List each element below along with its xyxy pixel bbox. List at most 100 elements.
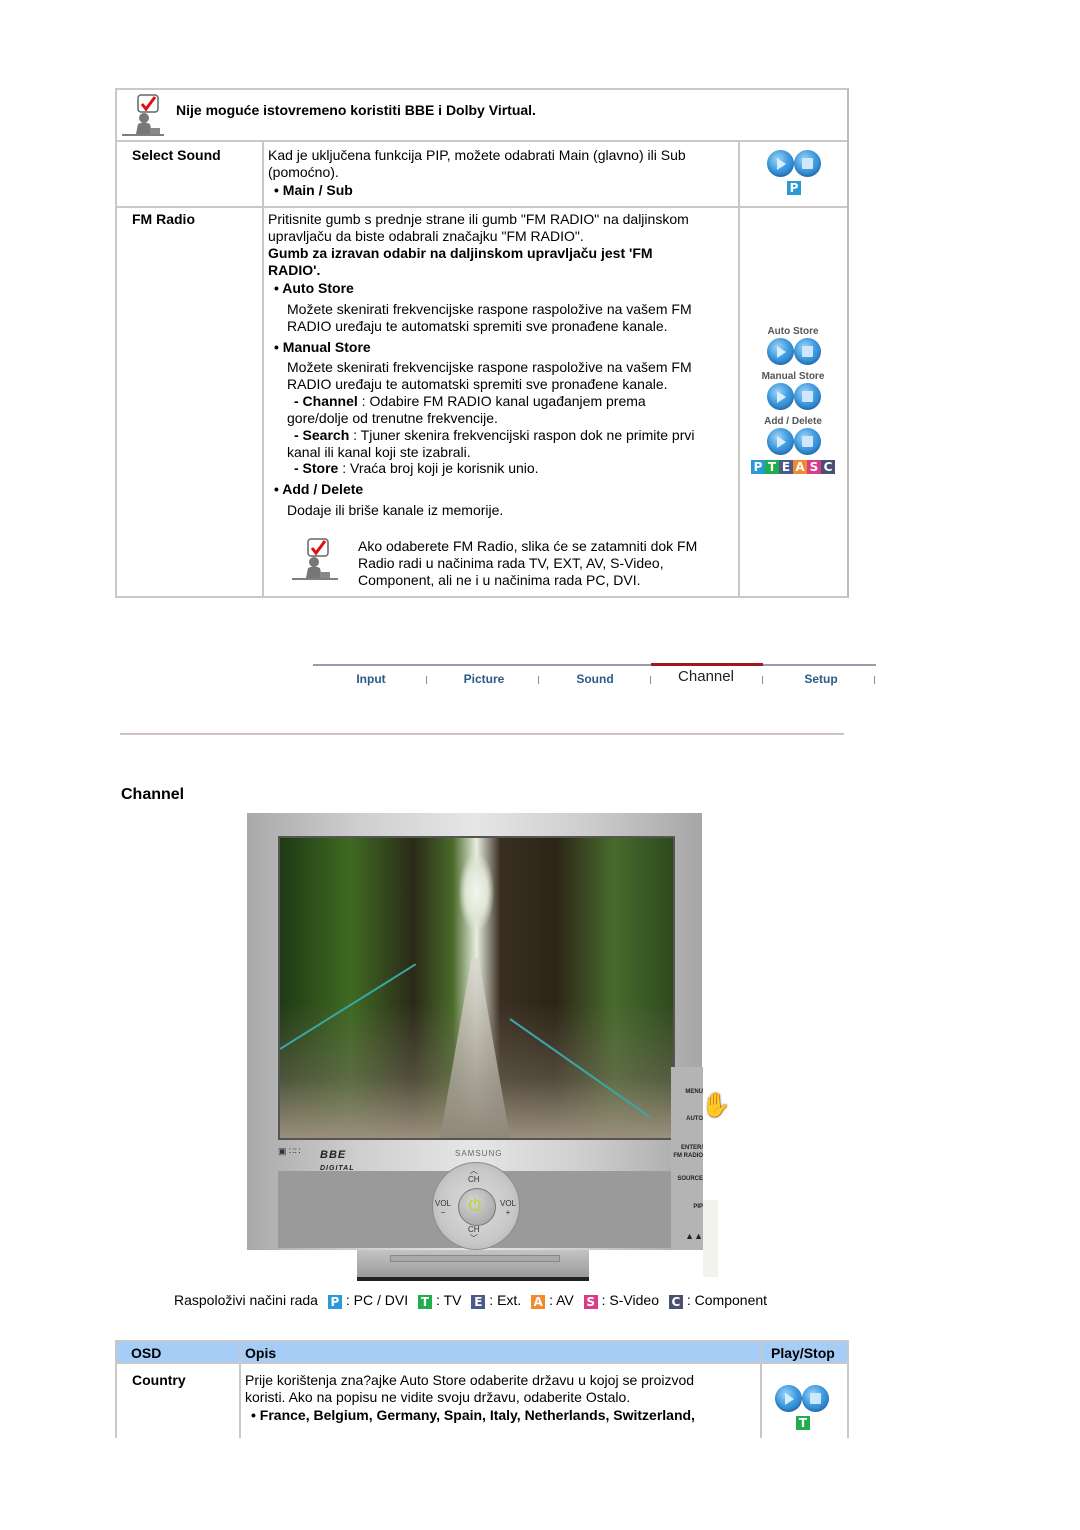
mode-badge-t: T — [796, 1416, 810, 1430]
header-opis: Opis — [245, 1345, 277, 1361]
sub-option-text: : Vraća broj koji je korisnik unio. — [338, 460, 539, 476]
option-manual-store: • Manual Store — [274, 339, 371, 355]
sub-option-cont: kanal ili kanal koji ste izabrali. — [287, 444, 471, 460]
mode-label-pc-dvi: : PC / DVI — [345, 1292, 409, 1308]
play-stop-buttons[interactable] — [767, 150, 823, 178]
label-manual-store: Manual Store — [761, 371, 825, 382]
option-add-delete: • Add / Delete — [274, 481, 364, 497]
mode-label-av: : AV — [549, 1292, 574, 1308]
ch-down-label[interactable]: CH ﹀ — [468, 1225, 480, 1243]
mode-badge-p: P — [787, 181, 801, 195]
sub-option-search: - Search : Tjuner skenira frekvencijski … — [294, 427, 694, 444]
stop-icon[interactable] — [794, 428, 821, 455]
note-line: Component, ali ne i u načinima rada PC, … — [358, 572, 641, 588]
feature-table — [115, 88, 849, 598]
row-label-select-sound: Select Sound — [132, 147, 221, 163]
country-play-stop[interactable] — [775, 1385, 831, 1413]
mode-label-component: : Component — [686, 1292, 768, 1308]
play-icon[interactable] — [767, 150, 794, 177]
mode-badge-s: S — [807, 460, 821, 474]
row-desc-line: Prije korištenja zna?ajke Auto Store oda… — [245, 1372, 695, 1388]
mode-badge-p: P — [751, 460, 765, 474]
control-dial[interactable]: ︿ CH CH ﹀ VOL − VOL + ⏻ — [432, 1162, 520, 1250]
stop-icon[interactable] — [794, 338, 821, 365]
side-button-source[interactable]: SOURCE — [665, 1176, 703, 1182]
stop-icon[interactable] — [794, 150, 821, 177]
nav-rule — [313, 664, 876, 666]
play-icon[interactable] — [767, 383, 794, 410]
power-button[interactable]: ⏻ — [458, 1188, 496, 1226]
column-divider — [847, 1340, 849, 1438]
header-osd: OSD — [131, 1345, 162, 1361]
bbe-text: BBE — [320, 1149, 347, 1161]
sub-option-channel: - Channel : Odabire FM RADIO kanal ugađa… — [294, 393, 646, 410]
nav-separator — [650, 676, 651, 684]
play-icon[interactable] — [767, 338, 794, 365]
side-button-auto[interactable]: AUTO — [665, 1116, 703, 1122]
column-divider — [760, 1340, 762, 1438]
monitor-stand — [357, 1250, 589, 1281]
sub-option-text: : Tjuner skenira frekvencijski raspon do… — [349, 427, 695, 443]
mode-badge-c: C — [668, 1295, 683, 1309]
nav-tab-picture[interactable]: Picture — [434, 672, 534, 686]
mode-badge-p: P — [327, 1295, 342, 1309]
dolby-logo: ▣ ∷∷ — [278, 1146, 301, 1156]
power-icon: ⏻ — [469, 1197, 481, 1214]
mode-label-ext: : Ext. — [489, 1292, 522, 1308]
rope — [509, 1018, 650, 1118]
column-divider — [239, 1340, 241, 1438]
channel-table: OSD Opis Play/Stop Country Prije korište… — [115, 1340, 849, 1530]
nav-separator — [538, 676, 539, 684]
sub-option-key: - Search — [294, 427, 350, 443]
section-title: Channel — [121, 786, 185, 803]
play-icon[interactable] — [767, 428, 794, 455]
mode-badge-s: S — [583, 1295, 598, 1309]
side-button-fm-radio[interactable]: FM RADIO — [665, 1153, 703, 1159]
monitor-screen-image — [278, 836, 675, 1140]
sub-option-key: - Store — [294, 460, 339, 476]
note-check-icon — [122, 94, 164, 136]
play-icon[interactable] — [775, 1385, 802, 1412]
available-modes-legend: Raspoloživi načini rada P: PC / DVI T: T… — [174, 1292, 767, 1309]
nav-separator — [426, 676, 427, 684]
note-line: Ako odaberete FM Radio, slika će se zata… — [358, 538, 698, 554]
bbe-logo: BBE DIGITAL — [320, 1149, 354, 1173]
side-button-power-logo[interactable]: ▲▲ — [665, 1231, 703, 1241]
nav-separator — [762, 676, 763, 684]
ch-up-label[interactable]: ︿ CH — [468, 1166, 480, 1184]
stop-icon[interactable] — [802, 1385, 829, 1412]
side-button-pip[interactable]: PIP — [665, 1204, 703, 1210]
mode-label-s-video: : S-Video — [601, 1292, 659, 1308]
table-header-row: OSD Opis Play/Stop — [115, 1340, 849, 1364]
nav-tab-setup[interactable]: Setup — [771, 672, 871, 686]
note-text: Nije moguće istovremeno koristiti BBE i … — [176, 102, 536, 118]
side-button-enter[interactable]: ENTER/ — [665, 1145, 703, 1151]
mode-badge-t: T — [417, 1295, 432, 1309]
vol-down-label[interactable]: VOL − — [435, 1199, 451, 1217]
mode-label-tv: : TV — [435, 1292, 462, 1308]
column-divider — [115, 1340, 117, 1438]
sub-option-store: - Store : Vraća broj koji je korisnik un… — [294, 460, 539, 477]
mode-badge-e: E — [471, 1295, 486, 1309]
label-add-delete: Add / Delete — [764, 416, 822, 427]
hand-pointer-icon: ✋ — [701, 1092, 731, 1119]
vol-up-label[interactable]: VOL + — [500, 1199, 516, 1217]
add-delete-play-stop[interactable] — [767, 428, 823, 456]
row-label-fm-radio: FM Radio — [132, 211, 195, 227]
nav-tab-input[interactable]: Input — [321, 672, 421, 686]
manual-store-play-stop[interactable] — [767, 383, 823, 411]
stand-slot — [390, 1255, 560, 1262]
auto-store-play-stop[interactable] — [767, 338, 823, 366]
row-desc-line: koristi. Ako na popisu ne vidite svoju d… — [245, 1389, 631, 1405]
side-button-menu[interactable]: MENU — [665, 1089, 703, 1095]
column-divider — [262, 142, 264, 598]
note-check-icon — [292, 538, 338, 580]
nav-tab-channel[interactable]: Channel — [656, 668, 756, 685]
nav-active-indicator — [651, 663, 763, 666]
nav-tab-sound[interactable]: Sound — [545, 672, 645, 686]
section-divider — [120, 733, 844, 735]
row-label-country: Country — [132, 1372, 186, 1388]
country-list: • France, Belgium, Germany, Spain, Italy… — [251, 1407, 695, 1423]
row-bold-line: Gumb za izravan odabir na daljinskom upr… — [268, 245, 653, 261]
stop-icon[interactable] — [794, 383, 821, 410]
